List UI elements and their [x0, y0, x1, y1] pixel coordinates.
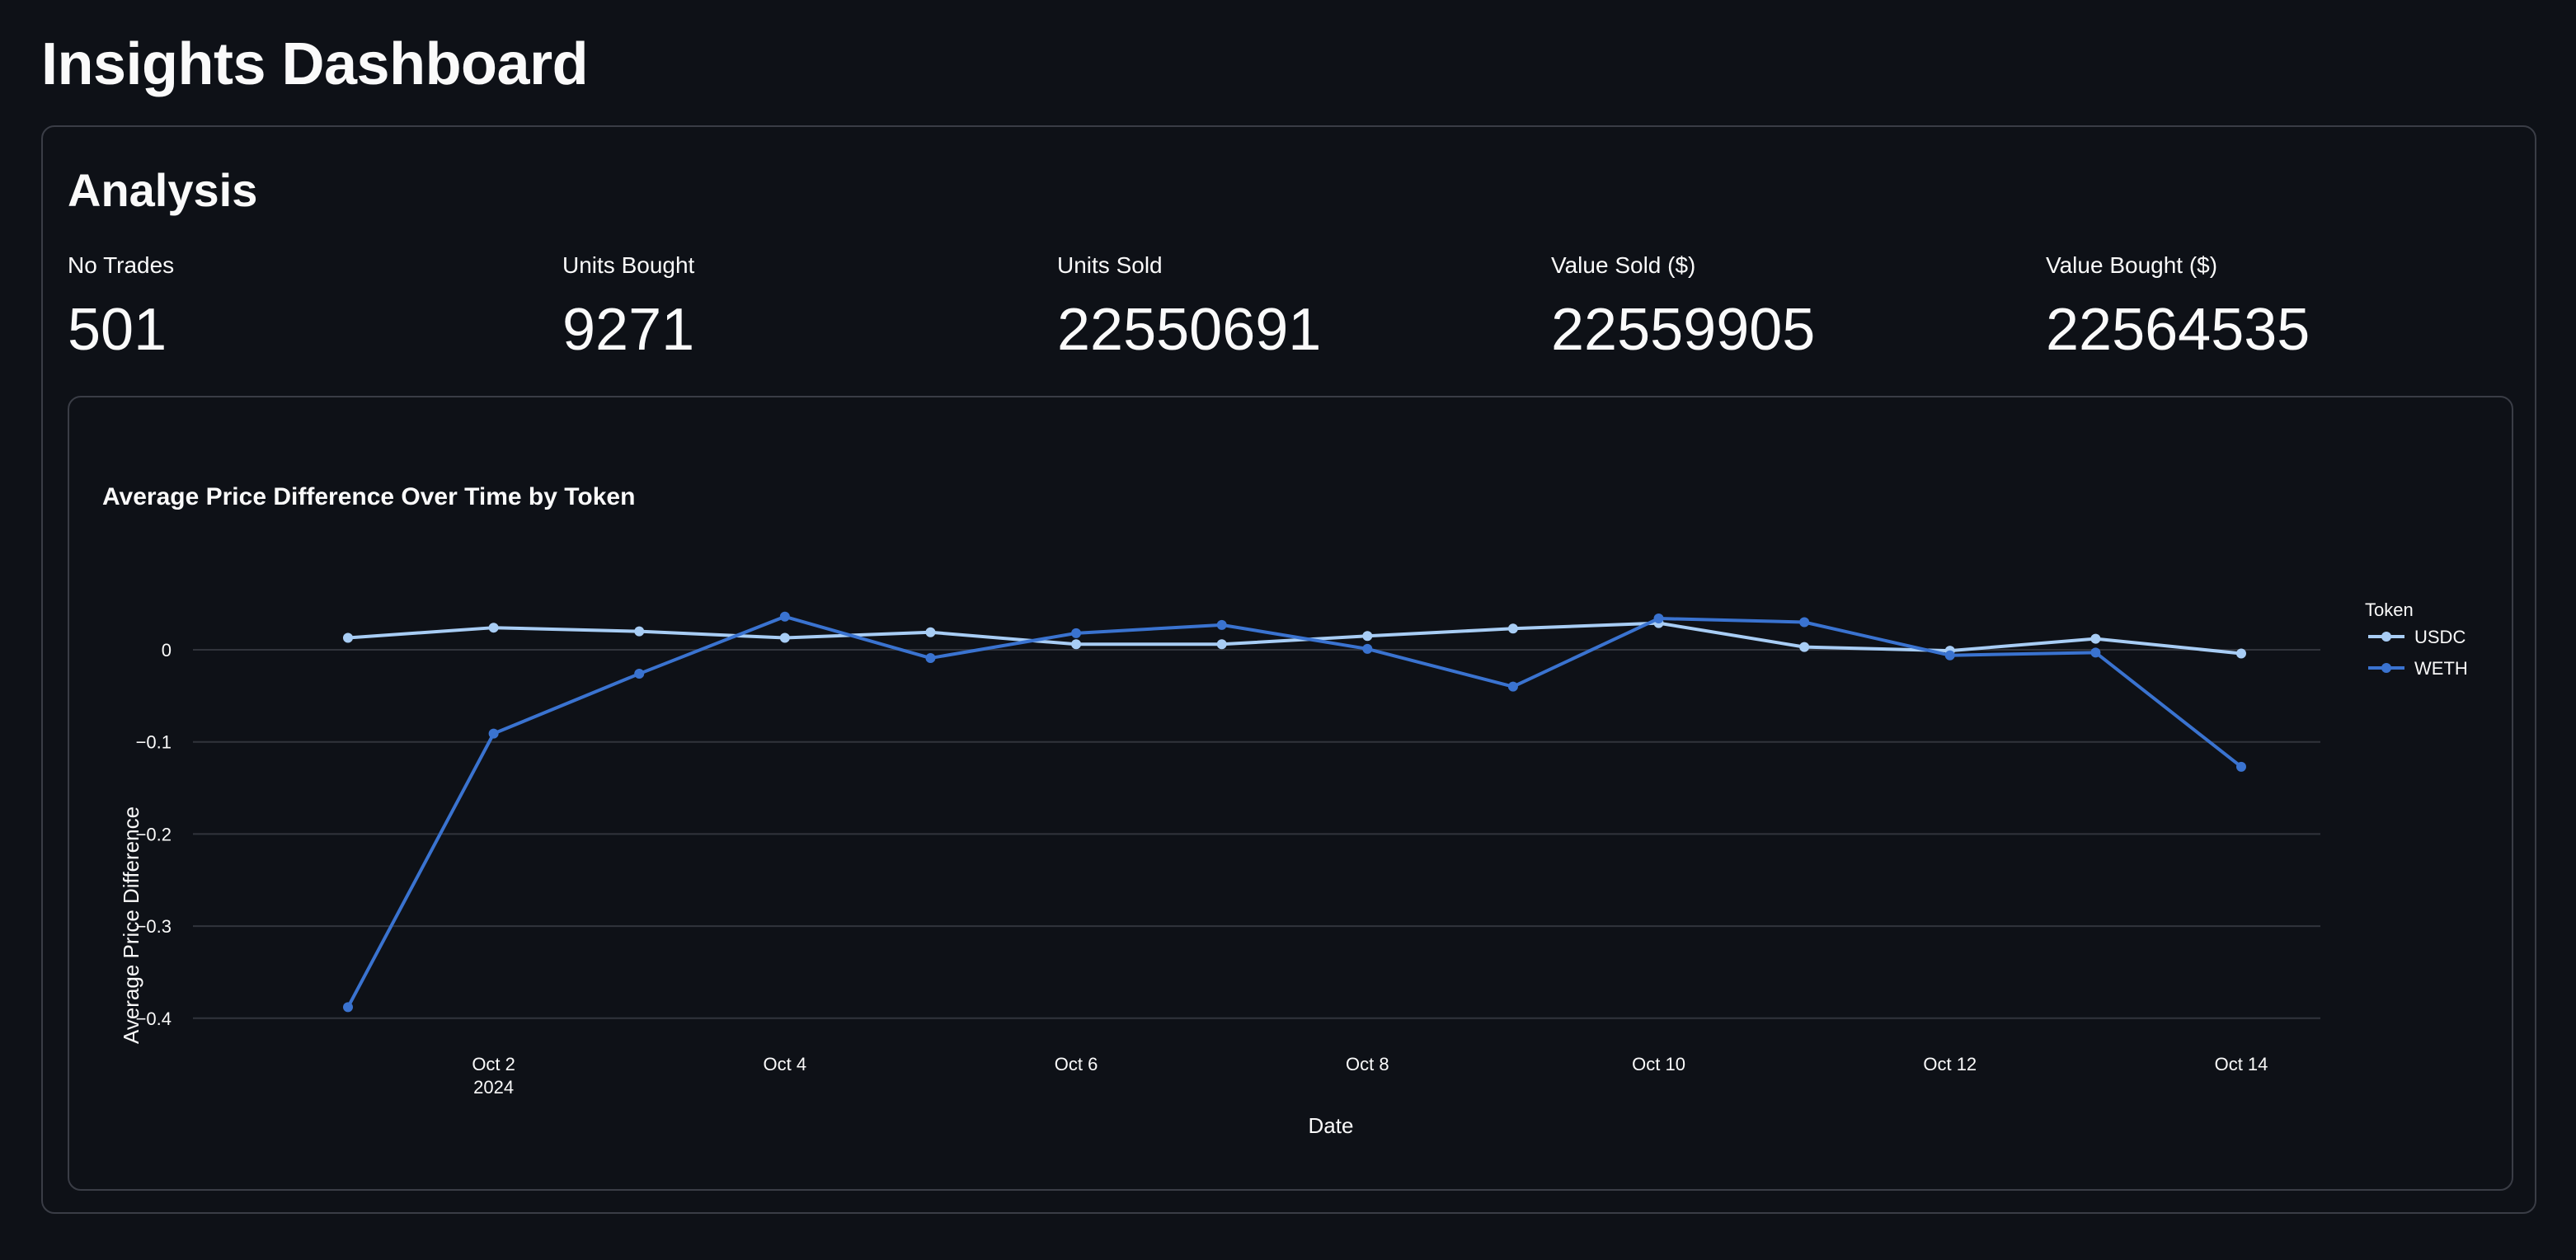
- chart-title: Average Price Difference Over Time by To…: [102, 483, 635, 510]
- data-point-usdc: [1362, 631, 1373, 642]
- metric-units-sold: Units Sold 22550691: [1057, 251, 1519, 363]
- x-tick-label: Oct 4: [764, 1054, 807, 1074]
- legend-item-usdc: USDC: [2414, 627, 2466, 647]
- data-point-weth: [1799, 617, 1810, 628]
- series-lines: [343, 611, 2246, 1013]
- data-point-weth: [343, 1002, 353, 1013]
- metric-label: Value Bought ($): [2046, 252, 2218, 278]
- x-tick-label: Oct 8: [1346, 1054, 1389, 1074]
- metric-label: No Trades: [68, 252, 175, 278]
- x-tick-sublabel: 2024: [473, 1077, 514, 1098]
- data-point-weth: [1216, 619, 1227, 630]
- data-point-weth: [2090, 647, 2101, 658]
- x-tick-label: Oct 10: [1632, 1054, 1685, 1074]
- legend-title: Token: [2365, 599, 2414, 620]
- data-point-weth: [1071, 628, 1082, 638]
- data-point-usdc: [634, 626, 645, 637]
- metric-value: 22559905: [1551, 297, 1816, 363]
- legend-swatch-dot: [2381, 632, 2391, 642]
- data-point-weth: [779, 611, 790, 622]
- x-tick-label: Oct 2: [472, 1054, 515, 1074]
- metric-value: 22550691: [1057, 297, 1322, 363]
- x-tick-label: Oct 6: [1055, 1054, 1098, 1074]
- metric-units-bought: Units Bought 9271: [562, 251, 1024, 363]
- x-tick-label: Oct 12: [1923, 1054, 1977, 1074]
- price-difference-chart[interactable]: Average Price Difference Over Time by To…: [69, 397, 2512, 1189]
- data-point-usdc: [1071, 639, 1082, 650]
- metric-value: 501: [68, 297, 167, 363]
- y-tick-label: 0: [162, 640, 172, 661]
- analysis-container: Analysis No Trades 501 Units Bought 9271…: [41, 125, 2536, 1214]
- data-point-usdc: [1507, 623, 1518, 634]
- metric-value-sold: Value Sold ($) 22559905: [1551, 251, 2013, 363]
- section-title: Analysis: [68, 164, 258, 216]
- x-tick-label: Oct 14: [2215, 1054, 2268, 1074]
- metric-value-bought: Value Bought ($) 22564535: [2046, 251, 2508, 363]
- x-axis-title: Date: [1309, 1113, 1354, 1138]
- data-point-usdc: [779, 632, 790, 643]
- grid-lines: [193, 649, 2320, 1019]
- metric-label: Units Sold: [1057, 252, 1163, 278]
- data-point-weth: [1653, 614, 1664, 624]
- page-title: Insights Dashboard: [41, 31, 589, 97]
- data-point-weth: [2236, 761, 2246, 772]
- data-point-usdc: [1216, 639, 1227, 650]
- data-point-usdc: [488, 623, 499, 633]
- data-point-weth: [1507, 681, 1518, 692]
- metric-value: 9271: [562, 297, 695, 363]
- data-point-usdc: [1799, 642, 1810, 652]
- legend[interactable]: Token USDC WETH: [2365, 599, 2468, 679]
- legend-swatch-dot: [2381, 663, 2391, 673]
- y-axis-title: Average Price Difference: [119, 806, 143, 1044]
- y-tick-label: −0.1: [136, 732, 172, 753]
- legend-item-weth: WETH: [2414, 658, 2468, 679]
- data-point-usdc: [925, 627, 936, 637]
- data-point-weth: [634, 669, 645, 679]
- data-point-weth: [925, 653, 936, 664]
- metric-no-trades: No Trades 501: [68, 251, 529, 363]
- chart-card[interactable]: Average Price Difference Over Time by To…: [68, 396, 2513, 1191]
- data-point-usdc: [343, 632, 353, 643]
- data-point-weth: [488, 728, 499, 739]
- metric-value: 22564535: [2046, 297, 2310, 363]
- metric-label: Units Bought: [562, 252, 695, 278]
- data-point-weth: [1944, 650, 1955, 661]
- data-point-usdc: [2236, 648, 2246, 659]
- series-line-weth: [346, 614, 2243, 1008]
- data-point-usdc: [2090, 633, 2101, 644]
- metric-label: Value Sold ($): [1551, 252, 1696, 278]
- x-axis-ticks: Oct 2 2024 Oct 4 Oct 6 Oct 8 Oct 10 Oct 12 Oct …: [472, 1054, 2268, 1098]
- data-point-weth: [1362, 643, 1373, 654]
